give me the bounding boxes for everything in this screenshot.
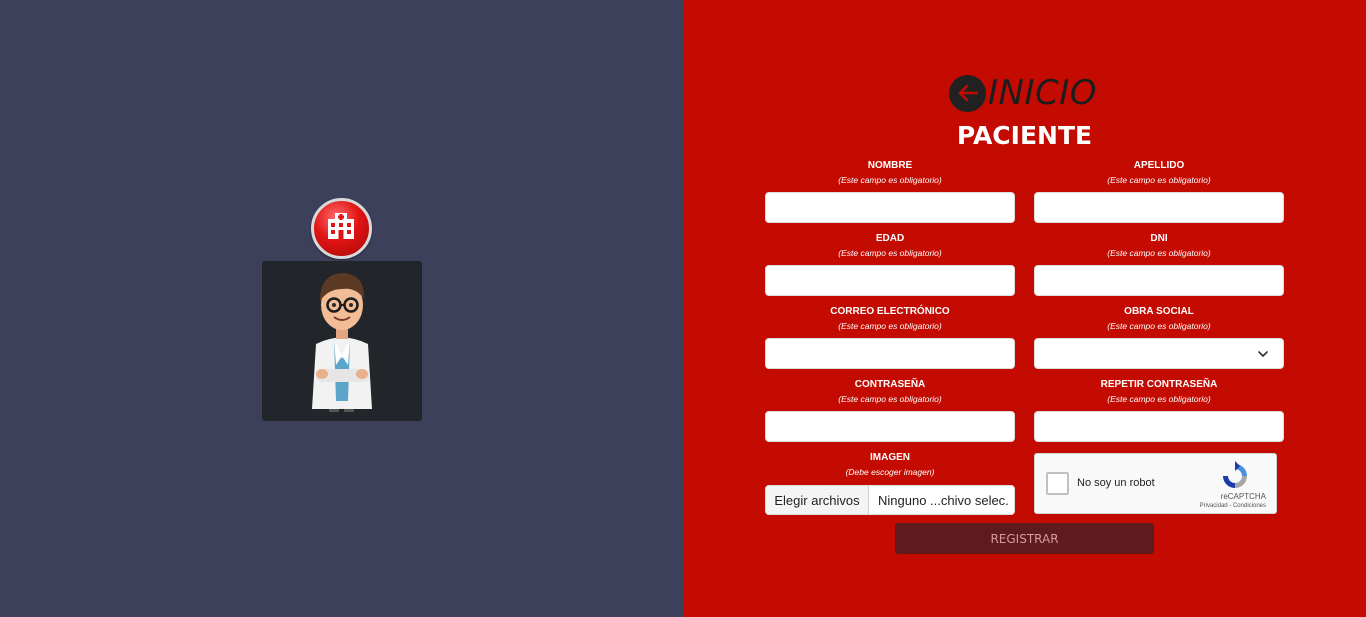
obra-social-select[interactable] (1034, 338, 1284, 369)
repetir-contrasena-input[interactable] (1034, 411, 1284, 442)
arrow-left-icon (949, 74, 986, 112)
obra-social-note: (Este campo es obligatorio) (1107, 321, 1211, 331)
correo-label: CORREO ELECTRÓNICO (830, 306, 950, 317)
page-title: PACIENTE (956, 121, 1093, 150)
nombre-note: (Este campo es obligatorio) (838, 175, 942, 185)
imagen-note: (Debe escoger imagen) (845, 467, 935, 477)
imagen-label: IMAGEN (870, 452, 910, 463)
doctor-avatar (262, 261, 422, 421)
captcha-terms-link[interactable]: Privacidad - Condiciones (1200, 503, 1266, 509)
dni-note: (Este campo es obligatorio) (1107, 248, 1211, 258)
chevron-down-icon (1258, 351, 1268, 357)
contrasena-label: CONTRASEÑA (854, 379, 926, 390)
nombre-input[interactable] (765, 192, 1015, 223)
register-button[interactable]: REGISTRAR (895, 523, 1154, 554)
contrasena-note: (Este campo es obligatorio) (838, 394, 942, 404)
left-panel (0, 0, 683, 617)
nombre-label: NOMBRE (867, 160, 913, 171)
back-home-label: INICIO (988, 73, 1098, 113)
captcha-brand: reCAPTCHA (1220, 492, 1266, 501)
recaptcha-widget: No soy un robot reCAPTCHA Privacidad - C… (1034, 453, 1277, 514)
captcha-checkbox[interactable] (1046, 472, 1069, 495)
dni-label: DNI (1150, 233, 1168, 244)
image-file-input[interactable]: Elegir archivos Ninguno ...chivo selec. (765, 485, 1015, 515)
correo-input[interactable] (765, 338, 1015, 369)
contrasena-input[interactable] (765, 411, 1015, 442)
dni-input[interactable] (1034, 265, 1284, 296)
repetir-contrasena-note: (Este campo es obligatorio) (1107, 394, 1211, 404)
repetir-contrasena-label: REPETIR CONTRASEÑA (1100, 379, 1218, 390)
apellido-label: APELLIDO (1133, 160, 1185, 171)
obra-social-label: OBRA SOCIAL (1124, 306, 1194, 317)
back-home-link[interactable]: INICIO (949, 74, 1097, 112)
hospital-icon (311, 198, 372, 259)
captcha-label: No soy un robot (1077, 477, 1155, 489)
correo-note: (Este campo es obligatorio) (838, 321, 942, 331)
recaptcha-logo (1223, 461, 1247, 488)
apellido-note: (Este campo es obligatorio) (1107, 175, 1211, 185)
apellido-input[interactable] (1034, 192, 1284, 223)
choose-file-button[interactable]: Elegir archivos (766, 486, 869, 514)
edad-note: (Este campo es obligatorio) (838, 248, 942, 258)
file-status: Ninguno ...chivo selec. (878, 492, 1009, 508)
edad-input[interactable] (765, 265, 1015, 296)
edad-label: EDAD (875, 233, 905, 244)
